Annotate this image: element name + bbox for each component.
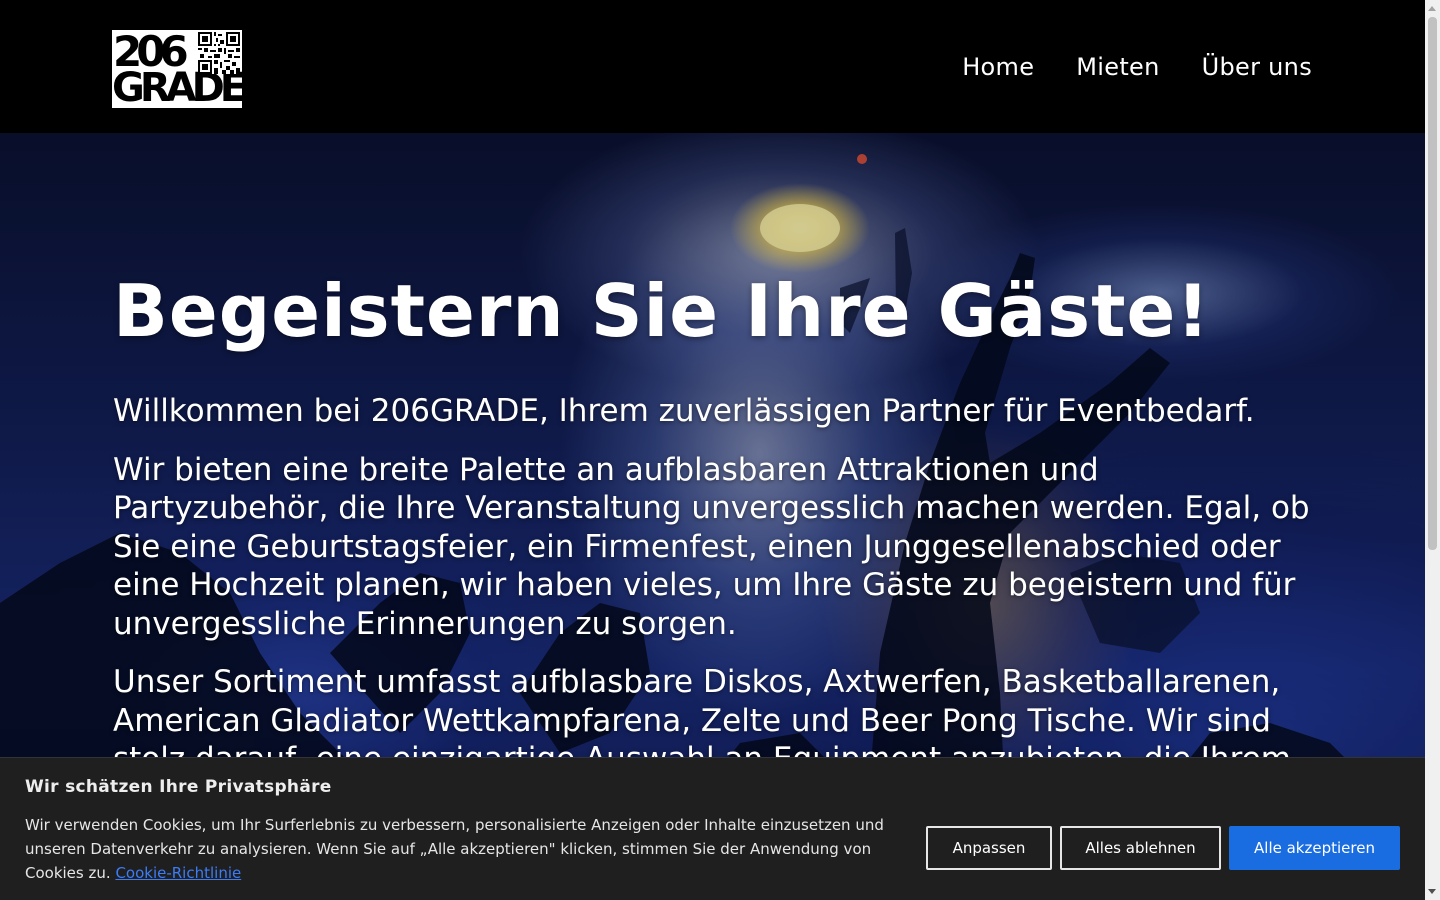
cookie-accept-all-button[interactable]: Alle akzeptieren <box>1229 826 1400 870</box>
cookie-banner-title: Wir schätzen Ihre Privatsphäre <box>25 777 332 797</box>
nav-home[interactable]: Home <box>962 52 1034 82</box>
scrollbar-thumb[interactable] <box>1428 17 1437 550</box>
page-scrollbar[interactable] <box>1425 0 1440 900</box>
main-nav: Home Mieten Über uns <box>962 52 1312 82</box>
cookie-customize-button[interactable]: Anpassen <box>926 826 1052 870</box>
nav-ueber-uns[interactable]: Über uns <box>1202 52 1312 82</box>
scroll-down-arrow-icon[interactable] <box>1428 889 1436 894</box>
hero-intro-paragraph: Willkommen bei 206GRADE, Ihrem zuverläss… <box>113 393 1255 429</box>
hero-offer-paragraph: Wir bieten eine breite Palette an aufbla… <box>113 451 1310 642</box>
site-header: 206 GRADE Home Mieten Über uns <box>0 0 1425 133</box>
cookie-reject-all-button[interactable]: Alles ablehnen <box>1060 826 1221 870</box>
logo-wordmark: GRADE <box>112 65 247 111</box>
hero-title: Begeistern Sie Ihre Gäste! <box>113 269 1211 353</box>
page-viewport: 206 GRADE Home Mieten Über uns Begeister… <box>0 0 1425 900</box>
qr-code-icon <box>198 32 240 74</box>
cookie-policy-link[interactable]: Cookie-Richtlinie <box>115 864 241 882</box>
scroll-up-arrow-icon[interactable] <box>1428 6 1436 11</box>
cookie-banner-text: Wir verwenden Cookies, um Ihr Surferlebn… <box>25 813 915 885</box>
hero-content: Begeistern Sie Ihre Gäste! Willkommen be… <box>113 263 1323 779</box>
nav-mieten[interactable]: Mieten <box>1076 52 1159 82</box>
cookie-banner: Wir schätzen Ihre Privatsphäre Wir verwe… <box>0 757 1425 900</box>
site-logo[interactable]: 206 GRADE <box>112 30 247 111</box>
